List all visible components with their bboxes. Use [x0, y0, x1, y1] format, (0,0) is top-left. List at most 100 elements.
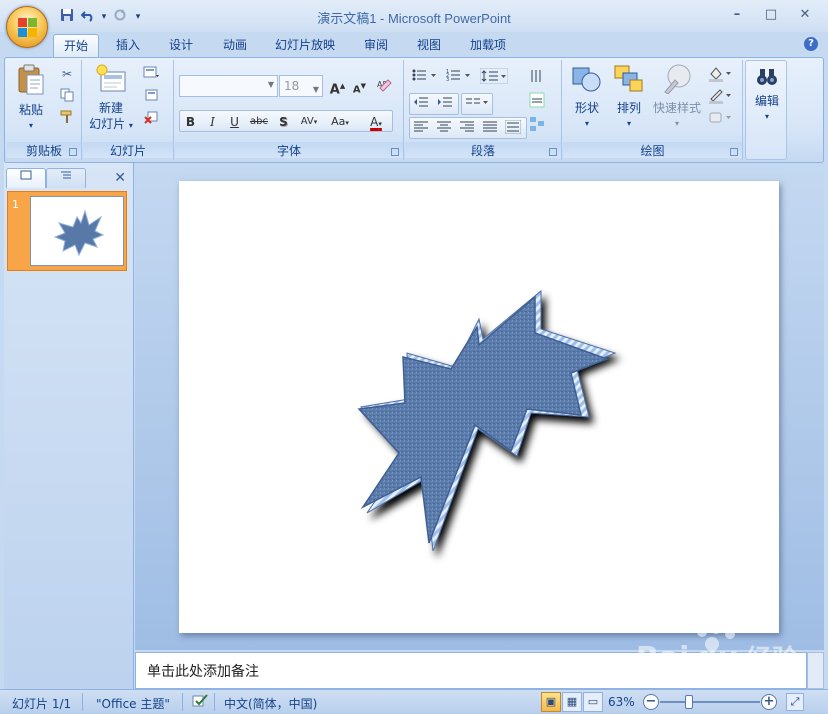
clipboard-launcher-icon[interactable]: ↘: [69, 148, 77, 156]
shapes-button[interactable]: 形状 ▾: [567, 64, 607, 132]
shrink-font-button[interactable]: A▼: [349, 75, 370, 95]
editing-group[interactable]: 编辑 ▾: [745, 60, 787, 160]
delete-slide-icon[interactable]: [143, 110, 159, 126]
quick-styles-button[interactable]: 快速样式 ▾: [649, 64, 705, 132]
grow-font-button[interactable]: A▲: [327, 75, 348, 97]
zoom-slider-thumb[interactable]: [685, 695, 694, 709]
bold-button[interactable]: B: [180, 111, 201, 131]
align-right-icon[interactable]: [459, 120, 475, 136]
outline-icon: [61, 171, 71, 179]
tab-slides-thumbnails[interactable]: [6, 168, 46, 188]
increase-indent-icon[interactable]: [437, 96, 453, 112]
minimize-button[interactable]: –: [722, 4, 752, 26]
pane-close-icon[interactable]: ✕: [114, 170, 126, 186]
notes-scrollbar[interactable]: [807, 652, 824, 689]
justify-icon[interactable]: [482, 120, 498, 136]
paragraph-launcher-icon[interactable]: ↘: [549, 148, 557, 156]
numbering-icon[interactable]: 123: [445, 68, 473, 84]
line-spacing-icon[interactable]: [479, 67, 509, 85]
status-divider: [82, 693, 83, 711]
tab-add-ins[interactable]: 加载项: [460, 34, 516, 57]
tab-review[interactable]: 审阅: [354, 34, 398, 57]
maximize-button[interactable]: □: [756, 4, 786, 26]
ribbon: 粘贴 ▾ ✂ 剪贴板 ↘ 新建 幻灯片 ▾: [4, 57, 824, 163]
font-size-value: 18: [284, 79, 300, 93]
font-name-combo[interactable]: ▼: [179, 75, 278, 97]
quick-styles-icon: [664, 64, 691, 95]
font-size-combo[interactable]: 18 ▼: [279, 75, 323, 97]
slide-thumbnail-1[interactable]: 1: [7, 191, 127, 271]
layout-icon[interactable]: [143, 66, 159, 82]
smartart-icon[interactable]: [529, 116, 545, 132]
notes-pane[interactable]: 单击此处添加备注: [135, 652, 807, 689]
view-buttons: ▣ ▦ ▭: [541, 692, 604, 712]
arrange-icon: [614, 65, 643, 92]
zoom-slider[interactable]: [660, 695, 760, 709]
normal-view-icon[interactable]: ▣: [541, 692, 561, 712]
align-center-icon[interactable]: [436, 120, 452, 136]
char-spacing-button[interactable]: AV▾: [295, 111, 323, 131]
strikethrough-button[interactable]: abc: [246, 111, 272, 131]
notes-placeholder: 单击此处添加备注: [147, 664, 259, 680]
shapes-label: 形状: [574, 101, 599, 115]
fit-to-window-icon[interactable]: ⤢: [786, 693, 804, 711]
slide-canvas[interactable]: [179, 181, 779, 633]
tab-view[interactable]: 视图: [407, 34, 451, 57]
slide-thumbnail-icon: [20, 170, 32, 180]
drawing-launcher-icon[interactable]: ↘: [730, 148, 738, 156]
shape-outline-icon[interactable]: [707, 88, 733, 104]
tab-slide-show[interactable]: 幻灯片放映: [265, 34, 345, 57]
tab-home[interactable]: 开始: [53, 34, 100, 57]
zoom-level[interactable]: 63%: [608, 695, 635, 709]
editing-button[interactable]: 编辑 ▾: [748, 67, 786, 125]
decrease-indent-icon[interactable]: [413, 96, 429, 112]
shape-fill-icon[interactable]: [707, 66, 733, 82]
quick-styles-dropdown-icon: ▾: [674, 119, 679, 128]
bullets-icon[interactable]: [411, 68, 439, 84]
new-slide-dropdown-icon: ▾: [128, 121, 133, 130]
text-direction-icon[interactable]: [529, 68, 545, 84]
reset-icon[interactable]: [143, 88, 159, 104]
change-case-label: Aa: [331, 115, 346, 128]
copy-icon[interactable]: [59, 88, 75, 104]
font-name-dropdown-icon: ▼: [267, 80, 274, 89]
help-icon[interactable]: ?: [804, 37, 818, 51]
font-launcher-icon[interactable]: ↘: [391, 148, 399, 156]
arrange-button[interactable]: 排列 ▾: [609, 64, 649, 132]
tab-outline[interactable]: [46, 168, 86, 188]
spelling-check-icon[interactable]: [192, 694, 208, 711]
drawing-group: 形状 ▾ 排列 ▾ 快速样式 ▾ 绘图: [563, 60, 743, 160]
language-indicator[interactable]: 中文(简体，中国): [224, 695, 317, 712]
office-button[interactable]: [6, 6, 48, 48]
paste-button[interactable]: 粘贴 ▾: [11, 64, 51, 134]
zoom-in-button[interactable]: +: [761, 694, 777, 710]
font-group-label: 字体: [175, 142, 403, 158]
underline-button[interactable]: U: [224, 111, 245, 131]
slide-sorter-icon[interactable]: ▦: [562, 692, 582, 712]
shadow-button[interactable]: S: [273, 111, 294, 131]
explosion-shape[interactable]: [179, 181, 779, 633]
columns-icon[interactable]: [465, 96, 489, 112]
distribute-icon[interactable]: [504, 119, 522, 136]
shape-effects-icon[interactable]: [707, 110, 733, 126]
format-painter-icon[interactable]: [59, 110, 75, 126]
slide-show-icon[interactable]: ▭: [583, 692, 603, 712]
editing-label: 编辑: [754, 94, 779, 108]
cut-icon[interactable]: ✂: [59, 66, 75, 82]
align-text-icon[interactable]: [529, 92, 545, 108]
font-color-button[interactable]: A▾: [361, 111, 391, 131]
change-case-button[interactable]: Aa▾: [325, 111, 355, 131]
clear-format-button[interactable]: AB: [373, 75, 394, 95]
new-slide-button[interactable]: 新建 幻灯片 ▾: [87, 64, 135, 134]
status-divider: [214, 693, 215, 711]
close-button[interactable]: ✕: [790, 4, 820, 26]
align-left-icon[interactable]: [413, 120, 429, 136]
clear-format-icon: AB: [377, 79, 392, 92]
tab-design[interactable]: 设计: [159, 34, 203, 57]
binoculars-icon: [757, 69, 777, 85]
tab-animations[interactable]: 动画: [213, 34, 257, 57]
italic-button[interactable]: I: [202, 111, 223, 131]
char-spacing-label: AV: [300, 116, 314, 127]
tab-insert[interactable]: 插入: [106, 34, 150, 57]
zoom-out-button[interactable]: −: [643, 694, 659, 710]
